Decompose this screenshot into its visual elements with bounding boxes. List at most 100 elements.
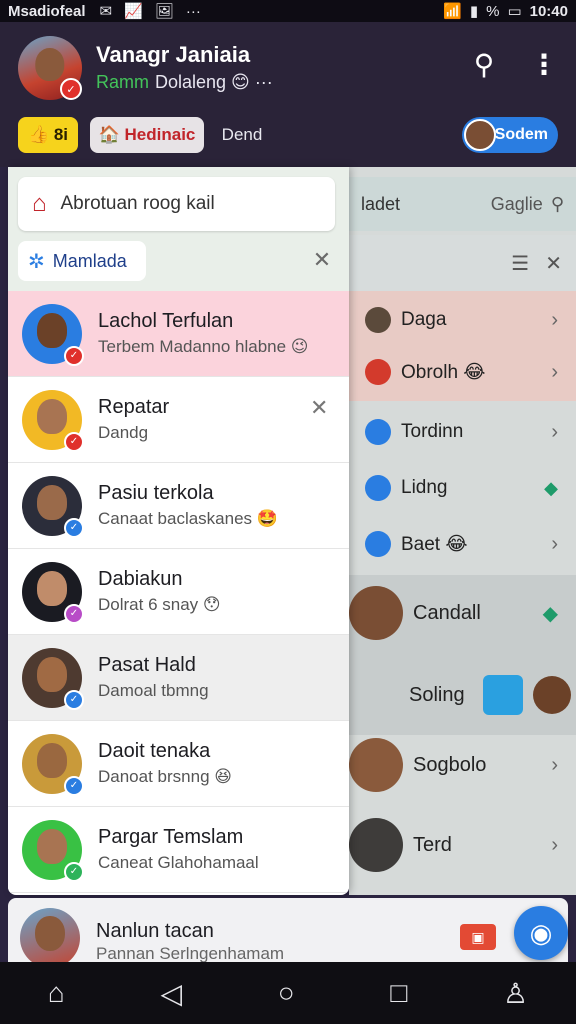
chip-sodem-label: Sodem: [494, 126, 548, 143]
list-item[interactable]: ✓ Dabiakun Dolrat 6 snay 😯: [8, 549, 349, 635]
list-item[interactable]: Obrolh 😂 ›: [349, 343, 576, 401]
battery-icon: ▭: [507, 3, 522, 20]
status-right: 📶 ▮ % ▭ 10:40: [443, 2, 568, 21]
avatar-face: [35, 47, 65, 81]
list-item-text: Dabiakun Dolrat 6 snay 😯: [98, 568, 221, 615]
message-icon[interactable]: ▣: [460, 924, 496, 950]
avatar: ✓: [22, 733, 84, 796]
contact-preview: Dandg: [98, 423, 149, 442]
list-item[interactable]: Sogbolo ›: [349, 725, 576, 805]
list-item-text: Daoit tenaka Danoat brsnng 😆: [98, 740, 232, 787]
bg-search-bar[interactable]: ladet Gaglie ⚲: [349, 177, 576, 231]
filter-chip-label: Mamlada: [52, 250, 127, 271]
list-item[interactable]: Soling: [349, 655, 576, 735]
avatar: [20, 908, 80, 968]
drawer-top: ⌂ Abrotuan roog kail ✲ Mamlada ✕: [8, 167, 349, 291]
list-item[interactable]: Baet 😂 ›: [349, 515, 576, 573]
list-item-label: Baet 😂: [401, 533, 468, 555]
list-item[interactable]: ✓ Lachol Terfulan Terbem Madanno hlabne 😉: [8, 291, 349, 377]
list-item[interactable]: Tordinn ›: [349, 403, 576, 461]
close-icon[interactable]: ✕: [310, 395, 328, 421]
avatar-face: [37, 399, 67, 434]
close-icon[interactable]: ✕: [545, 251, 562, 276]
list-item-text: Repatar Dandg: [98, 396, 169, 443]
list-item[interactable]: ✓ Pargar Temslam Caneat Glahohamaal: [8, 807, 349, 893]
avatar-face: [37, 829, 67, 864]
list-item[interactable]: ✓ Repatar Dandg ✕: [8, 377, 349, 463]
avatar: [349, 738, 403, 792]
chip-likes[interactable]: 👍 8i: [18, 117, 78, 153]
list-icon[interactable]: ☰: [511, 251, 529, 276]
search-input-text: Abrotuan roog kail: [60, 193, 215, 214]
back-icon[interactable]: ◁: [160, 977, 182, 1010]
message-icon: ✉: [99, 3, 113, 20]
profile-icon[interactable]: ♙: [503, 977, 528, 1010]
app-icon: [482, 675, 523, 715]
home-icon: ⌂: [32, 190, 47, 217]
list-item-label: Lidng: [401, 477, 448, 498]
avatar-face: [37, 313, 67, 348]
status-badge-icon: ✓: [64, 603, 84, 624]
list-item[interactable]: Terd ›: [349, 805, 576, 885]
avatar-face: [37, 743, 67, 778]
list-item-label: Obrolh 😂: [401, 361, 486, 383]
status-badge-icon: ✓: [64, 345, 84, 366]
list-item[interactable]: ✓ Daoit tenaka Danoat brsnng 😆: [8, 721, 349, 807]
chevron-right-icon: ›: [551, 833, 558, 856]
compass-fab-button[interactable]: ◉: [514, 906, 568, 960]
search-icon: ⚲: [550, 193, 564, 214]
battery-text: %: [486, 2, 500, 20]
more-dots-icon: ···: [185, 2, 201, 20]
avatar: [365, 307, 391, 333]
search-input[interactable]: ⌂ Abrotuan roog kail: [18, 177, 335, 231]
list-item[interactable]: Daga ›: [349, 291, 576, 349]
app-header: ✓ Vanagr Janiaia Ramm Dolaleng 😊 ··· ⚲ ⋮ …: [0, 22, 576, 167]
avatar: ✓: [22, 303, 84, 366]
contact-preview: Dolrat 6 snay 😯: [98, 595, 221, 614]
status-badge-icon: ✓: [64, 861, 84, 882]
search-icon[interactable]: ⚲: [466, 46, 502, 82]
contact-name: Pasat Hald: [98, 654, 196, 676]
background-list-panel: ladet Gaglie ⚲ ☰ ✕ Daga › Obrolh 😂 › Tor…: [349, 167, 576, 895]
chip-home[interactable]: 🏠 Hedinaic: [90, 117, 204, 153]
home-icon[interactable]: ⌂: [48, 977, 65, 1009]
carrier-label: Msadiofeal: [8, 2, 86, 20]
bottom-card[interactable]: Nanlun tacan Pannan Serlngenhamam ▣: [8, 898, 568, 968]
chevron-right-icon: ›: [551, 420, 558, 443]
avatar-face: [37, 485, 67, 520]
avatar-face: [37, 571, 67, 606]
chip-dend[interactable]: Dend: [214, 117, 270, 153]
list-item[interactable]: Candall ◆: [349, 573, 576, 653]
list-item-label: Daga: [401, 309, 447, 330]
list-item[interactable]: ✓ Pasiu terkola Canaat baclaskanes 🤩: [8, 463, 349, 549]
clock: 10:40: [529, 2, 568, 20]
chat-icon: [365, 531, 391, 557]
contact-name: Pasiu terkola: [98, 482, 214, 504]
location-icon: [365, 475, 391, 501]
avatar-face: [35, 916, 65, 952]
list-item[interactable]: Lidng ◆: [349, 459, 576, 517]
contact-name: Daoit tenaka: [98, 740, 211, 762]
list-item[interactable]: ✓ Pasat Hald Damoal tbmng: [8, 635, 349, 721]
profile-name: Vanagr Janiaia: [96, 42, 251, 67]
avatar: ✓: [22, 647, 84, 710]
diamond-icon: ◆: [544, 477, 558, 498]
recents-icon[interactable]: □: [390, 977, 407, 1009]
chevron-right-icon: ›: [551, 360, 558, 383]
status-text: Dolaleng 😊 ···: [155, 72, 273, 92]
chart-icon: 📈: [124, 3, 143, 20]
chip-sodem[interactable]: Sodem: [462, 117, 558, 153]
list-item-label: Soling: [409, 683, 465, 706]
status-badge-icon: ✓: [64, 775, 84, 796]
avatar-face: [37, 657, 67, 692]
status-badge-icon: ✓: [64, 689, 84, 710]
list-item-label: Terd: [413, 833, 452, 856]
filter-chip[interactable]: ✲ Mamlada: [18, 241, 146, 281]
close-icon[interactable]: ✕: [308, 245, 336, 275]
avatar: ✓: [22, 819, 84, 882]
contact-name: Dabiakun: [98, 568, 183, 590]
list-item-text: Pasat Hald Damoal tbmng: [98, 654, 209, 701]
home-circle-icon[interactable]: ○: [278, 977, 295, 1009]
contact-name: Repatar: [98, 396, 170, 418]
more-vert-icon[interactable]: ⋮: [530, 46, 558, 82]
